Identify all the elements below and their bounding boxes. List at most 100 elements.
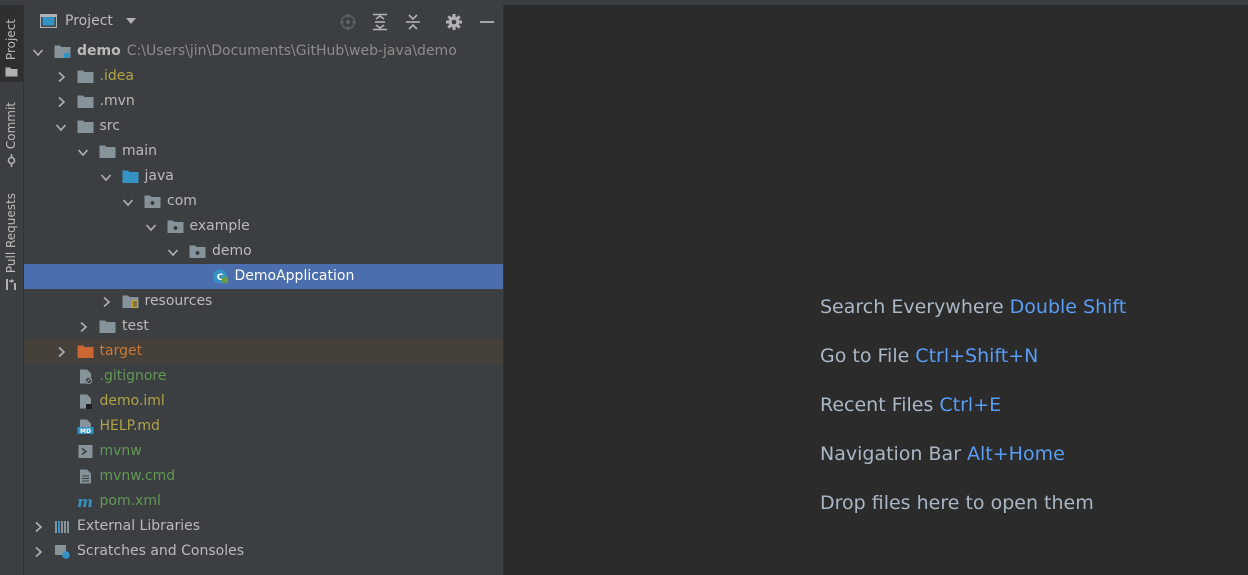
tree-item-label: java	[145, 168, 174, 184]
tree-row[interactable]: resources	[24, 289, 503, 314]
tree-row[interactable]: m pom.xml	[24, 489, 503, 514]
chevron-down-icon[interactable]	[55, 121, 67, 133]
editor-empty-area[interactable]: Search Everywhere Double Shift Go to File C…	[504, 5, 1248, 575]
tree-item-label: resources	[145, 293, 213, 309]
tree-item-name: target	[99, 343, 143, 359]
tree-row[interactable]: java	[24, 164, 503, 189]
folder-icon	[77, 120, 93, 133]
package-icon	[189, 245, 206, 258]
tree-item-name: demo	[212, 243, 252, 259]
hide-panel-button[interactable]	[478, 13, 496, 31]
tree-item-name: pom.xml	[99, 493, 161, 509]
chevron-down-icon[interactable]	[32, 46, 44, 58]
pull-requests-tool-label: Pull Requests	[4, 192, 18, 273]
folder-icon	[77, 70, 93, 83]
chevron-right-icon[interactable]	[32, 521, 44, 533]
tree-row[interactable]: .idea	[24, 64, 503, 89]
tree-item-name: Scratches and Consoles	[77, 543, 244, 559]
svg-text:MD: MD	[80, 428, 91, 434]
tree-row[interactable]: .gitignore	[24, 364, 503, 389]
chevron-down-icon[interactable]	[167, 246, 179, 258]
hint-shortcut: Alt+Home	[967, 443, 1065, 465]
collapse-all-button[interactable]	[404, 13, 422, 31]
libraries-icon	[55, 521, 69, 533]
tree-item-label: mvnw	[100, 443, 142, 459]
tree-item-name: mvnw.cmd	[99, 468, 176, 484]
tree-row[interactable]: External Libraries	[24, 514, 503, 539]
project-window-icon	[40, 14, 57, 28]
tree-row[interactable]: src	[24, 114, 503, 139]
tree-item-label: example	[190, 218, 250, 234]
tree-row[interactable]: .mvn	[24, 89, 503, 114]
maven-icon: m	[77, 494, 93, 509]
tree-row[interactable]: main	[24, 139, 503, 164]
tree-row[interactable]: com	[24, 189, 503, 214]
tree-item-name: .mvn	[99, 93, 135, 109]
chevron-down-icon[interactable]	[145, 221, 157, 233]
tree-item-label: demo	[212, 243, 252, 259]
hint-action: Navigation Bar	[820, 443, 962, 465]
tree-row[interactable]: demo	[24, 239, 503, 264]
expand-all-button[interactable]	[371, 13, 389, 31]
tree-item-label: demo C:\Users\jin\Documents\GitHub\web-ja…	[77, 43, 457, 59]
locate-file-button[interactable]	[339, 13, 357, 31]
source-folder-icon	[122, 170, 138, 183]
folder-icon	[77, 95, 93, 108]
project-tool-button[interactable]: Project	[0, 5, 23, 82]
pull-request-icon	[6, 279, 16, 290]
tree-item-label: Scratches and Consoles	[77, 543, 244, 559]
tree-item-name: resources	[144, 293, 213, 309]
tree-item-label: DemoApplication	[235, 268, 355, 284]
chevron-right-icon[interactable]	[55, 96, 67, 108]
tree-item-name: DemoApplication	[234, 268, 355, 284]
chevron-right-icon[interactable]	[55, 71, 67, 83]
text-file-icon	[79, 469, 91, 484]
gitignore-file-icon	[79, 369, 92, 384]
tree-row[interactable]: mvnw	[24, 439, 503, 464]
minimize-icon	[480, 21, 494, 23]
crosshair-icon	[340, 14, 356, 30]
tree-row[interactable]: MD HELP.md	[24, 414, 503, 439]
chevron-down-icon[interactable]	[122, 196, 134, 208]
settings-button[interactable]	[445, 13, 463, 31]
chevron-down-icon[interactable]	[125, 16, 137, 26]
tree-item-label: .idea	[100, 68, 134, 84]
tree-item-name: External Libraries	[77, 518, 200, 534]
tree-row[interactable]: test	[24, 314, 503, 339]
tree-row[interactable]: example	[24, 214, 503, 239]
chevron-right-icon[interactable]	[100, 296, 112, 308]
tree-row[interactable]: C DemoApplication	[24, 264, 503, 289]
commit-tool-button[interactable]: Commit	[0, 93, 23, 171]
tree-row[interactable]: demo.iml	[24, 389, 503, 414]
project-panel: Project demo C:\Users\jin\Documents\GitH…	[24, 5, 504, 575]
tree-item-name: main	[122, 143, 157, 159]
tree-item-label: target	[100, 343, 143, 359]
scratches-icon	[55, 545, 70, 559]
folder-icon	[5, 67, 18, 77]
chevron-right-icon[interactable]	[77, 321, 89, 333]
commit-tool-label: Commit	[4, 101, 18, 149]
chevron-down-icon[interactable]	[100, 171, 112, 183]
package-icon	[167, 220, 183, 233]
pull-requests-tool-button[interactable]: Pull Requests	[0, 185, 23, 295]
chevron-down-icon[interactable]	[77, 146, 89, 158]
chevron-right-icon[interactable]	[55, 346, 67, 358]
tree-row[interactable]: Scratches and Consoles	[24, 539, 503, 564]
panel-title[interactable]: Project	[65, 13, 113, 29]
tree-row[interactable]: target	[24, 339, 503, 364]
tree-item-label: HELP.md	[100, 418, 160, 434]
welcome-hint: Navigation Bar Alt+Home	[820, 443, 1065, 465]
hint-action: Go to File	[820, 345, 910, 367]
hint-shortcut: Double Shift	[1009, 296, 1127, 318]
tree-row[interactable]: mvnw.cmd	[24, 464, 503, 489]
tree-item-name: com	[167, 193, 197, 209]
folder-icon	[99, 320, 116, 333]
chevron-right-icon[interactable]	[32, 546, 44, 558]
markdown-file-icon: MD	[77, 419, 93, 434]
hint-action: Search Everywhere	[820, 296, 1004, 318]
project-tool-label: Project	[4, 18, 18, 60]
hint-shortcut: Ctrl+Shift+N	[915, 345, 1039, 367]
tree-row[interactable]: demo C:\Users\jin\Documents\GitHub\web-ja…	[24, 39, 503, 64]
tree-item-label: .gitignore	[100, 368, 167, 384]
tree-item-name: test	[122, 318, 149, 334]
